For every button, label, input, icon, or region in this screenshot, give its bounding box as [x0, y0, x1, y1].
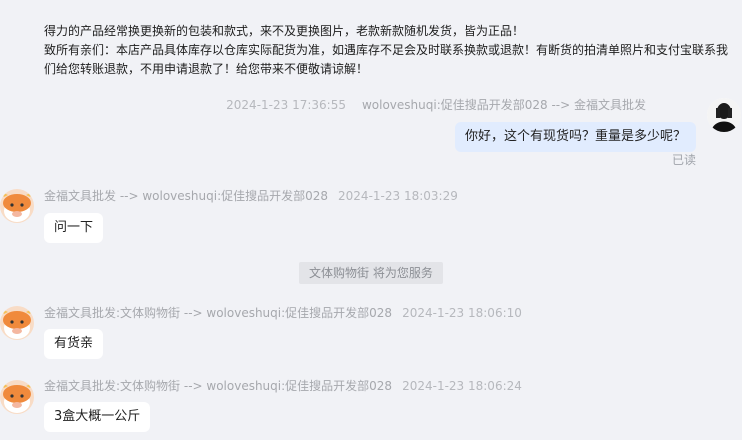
cartoon-cow-icon [0, 306, 34, 340]
message-meta-incoming: 金福文具批发 --> woloveshuqi:促佳搜品开发部028 2024-1-… [44, 187, 458, 204]
cartoon-cow-icon [0, 380, 34, 414]
message-route: 金福文具批发:文体购物街 --> woloveshuqi:促佳搜品开发部028 [44, 379, 393, 393]
message-bubble-outgoing[interactable]: 你好，这个有现货吗？重量是多少呢？ [454, 122, 696, 152]
message-text: 有货亲 [54, 336, 94, 351]
message-bubble-incoming[interactable]: 问一下 [44, 213, 104, 243]
message-time: 2024-1-23 17:36:55 [226, 98, 346, 112]
shop-avatar[interactable] [0, 380, 34, 414]
message-route: 金福文具批发 --> woloveshuqi:促佳搜品开发部028 [44, 189, 329, 203]
message-text: 3盒大概一公斤 [54, 409, 141, 424]
message-text: 你好，这个有现货吗？重量是多少呢？ [464, 129, 686, 144]
message-meta-incoming: 金福文具批发:文体购物街 --> woloveshuqi:促佳搜品开发部028 2… [44, 377, 522, 394]
message-bubble-incoming[interactable]: 3盒大概一公斤 [44, 402, 151, 432]
message-route: woloveshuqi:促佳搜品开发部028 --> 金福文具批发 [361, 98, 646, 112]
message-time: 2024-1-23 18:06:10 [402, 306, 522, 320]
message-meta-outgoing: 2024-1-23 17:36:55 woloveshuqi:促佳搜品开发部028… [226, 96, 646, 113]
read-status: 已读 [671, 153, 696, 167]
notice-line-2: 致所有亲们：本店产品具体库存以仓库实际配货为准，如遇库存不足会及时联系换款或退款… [44, 43, 729, 76]
notice-line-1: 得力的产品经常换更换新的包装和款式，来不及更换图片，老款新款随机发货，皆为正品！ [44, 24, 525, 38]
system-notice: 文体购物街 将为您服务 [299, 262, 443, 284]
dark-silhouette-icon [707, 98, 741, 132]
store-notice: 得力的产品经常换更换新的包装和款式，来不及更换图片，老款新款随机发货，皆为正品！… [44, 22, 734, 79]
message-text: 问一下 [54, 220, 94, 235]
shop-avatar[interactable] [0, 189, 34, 223]
message-time: 2024-1-23 18:06:24 [402, 379, 522, 393]
user-avatar[interactable] [707, 98, 741, 132]
message-meta-incoming: 金福文具批发:文体购物街 --> woloveshuqi:促佳搜品开发部028 2… [44, 304, 522, 321]
shop-avatar-partial [44, 0, 72, 4]
message-bubble-incoming[interactable]: 有货亲 [44, 329, 104, 359]
shop-avatar[interactable] [0, 306, 34, 340]
message-route: 金福文具批发:文体购物街 --> woloveshuqi:促佳搜品开发部028 [44, 306, 393, 320]
message-time: 2024-1-23 18:03:29 [338, 189, 458, 203]
cartoon-cow-icon [0, 189, 34, 223]
